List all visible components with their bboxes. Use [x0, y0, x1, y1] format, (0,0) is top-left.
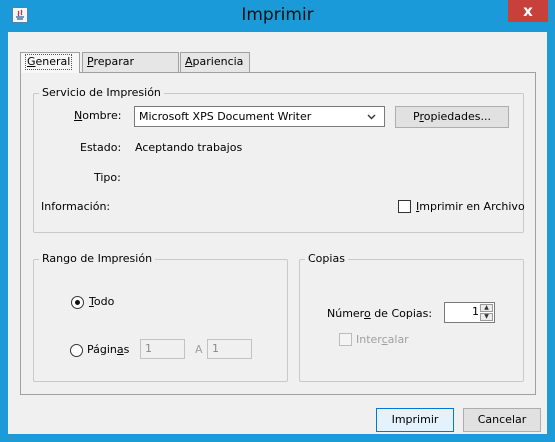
- collate-label[interactable]: Intercalar: [356, 333, 409, 346]
- print-button[interactable]: Imprimir: [376, 408, 454, 432]
- range-pages-post: s: [123, 343, 130, 356]
- range-all-text: odo: [93, 295, 115, 308]
- copies-spin-buttons: ▲ ▼: [480, 304, 493, 321]
- tab-apariencia[interactable]: Apariencia: [180, 52, 250, 72]
- copies-count-pre: Númer: [327, 307, 364, 320]
- print-dialog: Imprimir x General Preparar Página Apari…: [0, 0, 555, 442]
- collate-post: alar: [387, 333, 409, 346]
- printer-select[interactable]: Microsoft XPS Document Writer: [134, 106, 385, 127]
- name-label-mnemonic: N: [74, 109, 83, 122]
- title-bar[interactable]: Imprimir x: [0, 0, 555, 32]
- range-pages-mnemonic: a: [116, 343, 124, 356]
- copies-group: Copias Número de Copias: 1 ▲ ▼ Intercala…: [299, 252, 524, 382]
- range-pages-label[interactable]: Páginas: [87, 343, 129, 356]
- print-service-title: Servicio de Impresión: [39, 86, 164, 99]
- copies-count-value: 1: [472, 305, 479, 318]
- copies-title: Copias: [305, 252, 348, 265]
- spin-up-icon[interactable]: ▲: [480, 304, 493, 312]
- range-pages-radio[interactable]: [70, 344, 83, 357]
- close-button[interactable]: x: [508, 0, 548, 22]
- range-all-label[interactable]: Todo: [89, 295, 114, 308]
- status-value: Aceptando trabajos: [135, 141, 243, 154]
- print-service-group: Servicio de Impresión Nombre: Microsoft …: [33, 86, 525, 233]
- print-to-file-checkbox[interactable]: [398, 200, 411, 213]
- status-label: Estado:: [80, 141, 122, 154]
- tab-apariencia-mnemonic: A: [185, 55, 193, 68]
- page-to-label: A: [195, 343, 203, 356]
- copies-count-post: de Copias:: [370, 307, 433, 320]
- print-range-title: Rango de Impresión: [39, 252, 156, 265]
- print-to-file-label[interactable]: Imprimir en Archivo: [416, 200, 525, 213]
- tab-general[interactable]: General: [20, 52, 80, 73]
- range-pages-pre: Págin: [87, 343, 117, 356]
- spin-down-icon[interactable]: ▼: [480, 313, 493, 321]
- tab-apariencia-label: pariencia: [192, 55, 244, 68]
- collate-checkbox[interactable]: [339, 333, 352, 346]
- info-label: Información:: [41, 200, 111, 213]
- tab-general-mnemonic: G: [27, 55, 36, 68]
- tab-general-label: eneral: [35, 55, 71, 68]
- chevron-down-icon: [367, 107, 376, 133]
- name-label-text: ombre:: [82, 109, 122, 122]
- cancel-button[interactable]: Cancelar: [463, 408, 541, 432]
- type-label: Tipo:: [94, 171, 121, 184]
- copies-count-label: Número de Copias:: [327, 307, 432, 320]
- name-label: Nombre:: [74, 109, 121, 122]
- range-all-radio[interactable]: [71, 296, 84, 309]
- properties-button[interactable]: Propiedades...: [395, 106, 509, 128]
- properties-post: opiedades...: [423, 110, 491, 123]
- page-from-input[interactable]: 1: [140, 339, 185, 359]
- copies-count-mnemonic: o: [363, 307, 371, 320]
- window-title: Imprimir: [241, 5, 314, 25]
- radio-selected-dot: [75, 300, 80, 305]
- printer-select-value: Microsoft XPS Document Writer: [139, 110, 312, 123]
- print-to-file-text: mprimir en Archivo: [419, 200, 525, 213]
- tab-panel-general: Servicio de Impresión Nombre: Microsoft …: [20, 72, 536, 395]
- tab-preparar-pagina[interactable]: Preparar Página: [82, 52, 179, 86]
- copies-spinner[interactable]: 1 ▲ ▼: [444, 302, 495, 323]
- print-range-group: Rango de Impresión Todo Páginas 1 A 1: [33, 252, 288, 382]
- collate-pre: Inter: [356, 333, 382, 346]
- page-to-input[interactable]: 1: [207, 339, 252, 359]
